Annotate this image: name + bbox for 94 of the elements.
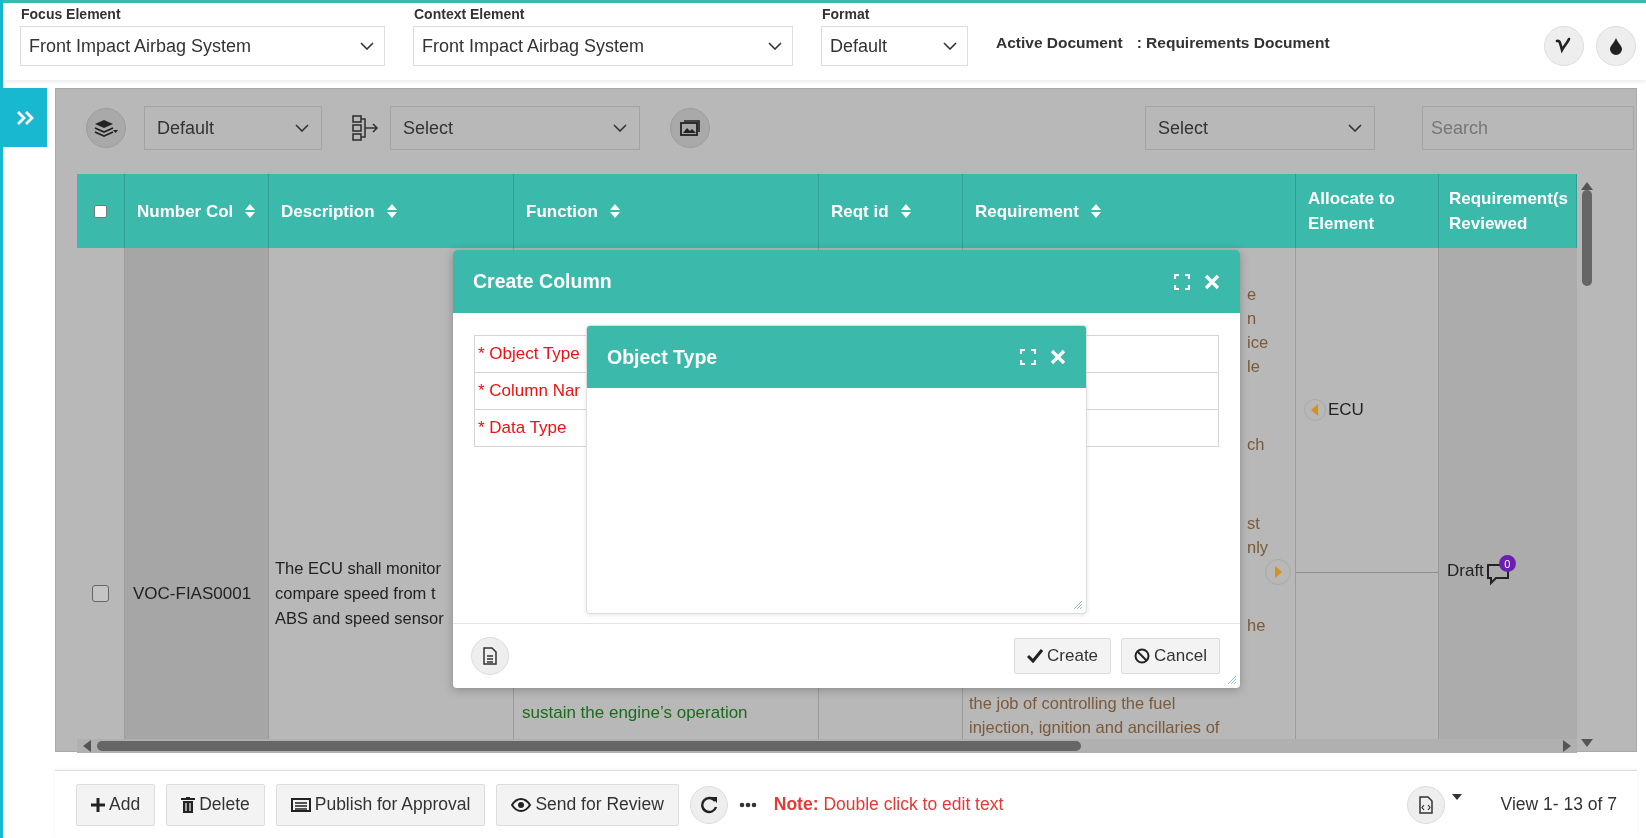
comment-icon [1485,561,1512,587]
prohibited-icon [1134,648,1151,664]
field-label: Format [822,6,871,23]
maximize-button[interactable] [1020,349,1036,365]
resize-grip-icon [1227,675,1237,685]
table-cell-text: The ECU shall monitor compare speed from t ABS and speed sensor [275,558,445,629]
chevron-down-icon [360,42,374,50]
table-cell-text: sustain the engine’s operation [522,702,749,724]
chevron-down-icon [613,124,627,132]
eye-icon [511,797,532,812]
chevron-down-icon [295,124,309,132]
expand-icon [1174,273,1190,290]
resize-grip-icon [1073,600,1083,610]
layers-button[interactable] [86,108,126,148]
chevron-down-icon [943,42,957,50]
column-header: Number Col [137,200,234,223]
select-dropdown[interactable]: Select [1145,106,1375,150]
image-button[interactable] [670,108,710,148]
hierarchy-icon [352,115,380,141]
table-cell: Draft [1447,561,1484,581]
column-header: Function [526,200,598,223]
table-cell-text: ch [1247,434,1265,456]
close-button[interactable] [1204,273,1220,290]
dialog-button[interactable]: Create [1014,638,1112,674]
dialog-button[interactable]: Cancel [1121,638,1220,674]
field-label: Active Document [996,34,1123,52]
column-header: Requirement(s Reviewed [1449,188,1570,235]
select-dropdown[interactable]: Default [144,106,322,150]
toolbar-button[interactable]: Delete [166,783,265,826]
column-header: Description [281,200,375,223]
table-cell-text: VOC-FIAS0001 [133,583,253,604]
sidebar-toggle[interactable] [3,88,47,147]
checkbox[interactable] [94,204,107,218]
toolbar-button[interactable]: Publish for Approval [275,783,486,826]
plus-icon [91,797,105,812]
column-header: Requirement [975,200,1079,223]
letter-v-icon [1555,37,1573,55]
scroll-down-icon [1580,739,1593,747]
trash-icon [181,796,196,813]
round-button[interactable] [1544,26,1584,66]
column-header: Allocate to Element [1308,188,1396,235]
caret-down-icon [1451,793,1462,800]
toolbar-button[interactable]: Add [76,783,156,826]
dialog-title: Create Column [473,270,612,293]
scroll-left-icon [83,740,91,752]
more-icon [738,801,757,808]
field-label: * Column Nar [478,381,581,401]
scrollbar-thumb-icon [97,741,1081,751]
pagination-text: View 1- 13 of 7 [1500,794,1617,815]
newspaper-icon [290,797,311,812]
column-header: Reqt id [831,200,889,223]
layers-icon [94,119,118,137]
search-field[interactable]: Search [1422,106,1634,150]
caret-right-icon [1274,566,1282,578]
table-cell-text: the job of controlling the fuel injection, ignition and ancillaries of [969,693,1221,738]
select-dropdown[interactable]: Select [390,106,640,150]
select-dropdown[interactable]: Default [821,26,968,66]
document-icon [483,647,497,665]
round-button[interactable] [1596,26,1636,66]
chevron-down-icon [1348,124,1362,132]
check-icon [1027,649,1044,663]
note-text: Note: Double click to edit text [773,794,1004,815]
row-checkbox[interactable] [92,585,109,602]
drop-icon [1609,37,1623,55]
refresh-icon [699,795,718,814]
close-icon [1204,273,1220,290]
dialog-title: Object Type [607,345,718,369]
chevron-down-icon [768,42,782,50]
scrollbar-thumb-icon [1581,190,1592,286]
refresh-button[interactable] [689,785,728,824]
image-icon [680,120,700,136]
table-cell-text: st nly [1247,512,1269,558]
comment-count-badge: 0 [1498,555,1516,572]
expand-icon [1020,349,1036,365]
field-value: : Requirements Document [1136,34,1330,52]
document-button[interactable] [471,637,509,675]
table-cell-text: e n ice le [1247,284,1269,377]
field-label: Context Element [414,6,526,23]
close-icon [1050,349,1066,365]
toolbar-button[interactable]: Send for Review [496,783,679,826]
table-cell: ECU [1328,400,1364,420]
export-button[interactable] [1406,785,1445,824]
field-label: * Data Type [478,418,567,438]
scroll-right-icon [1563,740,1571,752]
maximize-button[interactable] [1174,273,1190,290]
code-file-icon [1418,795,1433,814]
select-dropdown[interactable]: Front Impact Airbag System [20,26,385,66]
double-chevron-right-icon [16,109,34,126]
close-button[interactable] [1050,349,1066,365]
field-label: Focus Element [21,6,122,23]
field-label: * Object Type [478,344,580,364]
table-cell-text: he [1247,614,1266,636]
select-dropdown[interactable]: Front Impact Airbag System [413,26,793,66]
caret-left-icon [1311,404,1319,416]
